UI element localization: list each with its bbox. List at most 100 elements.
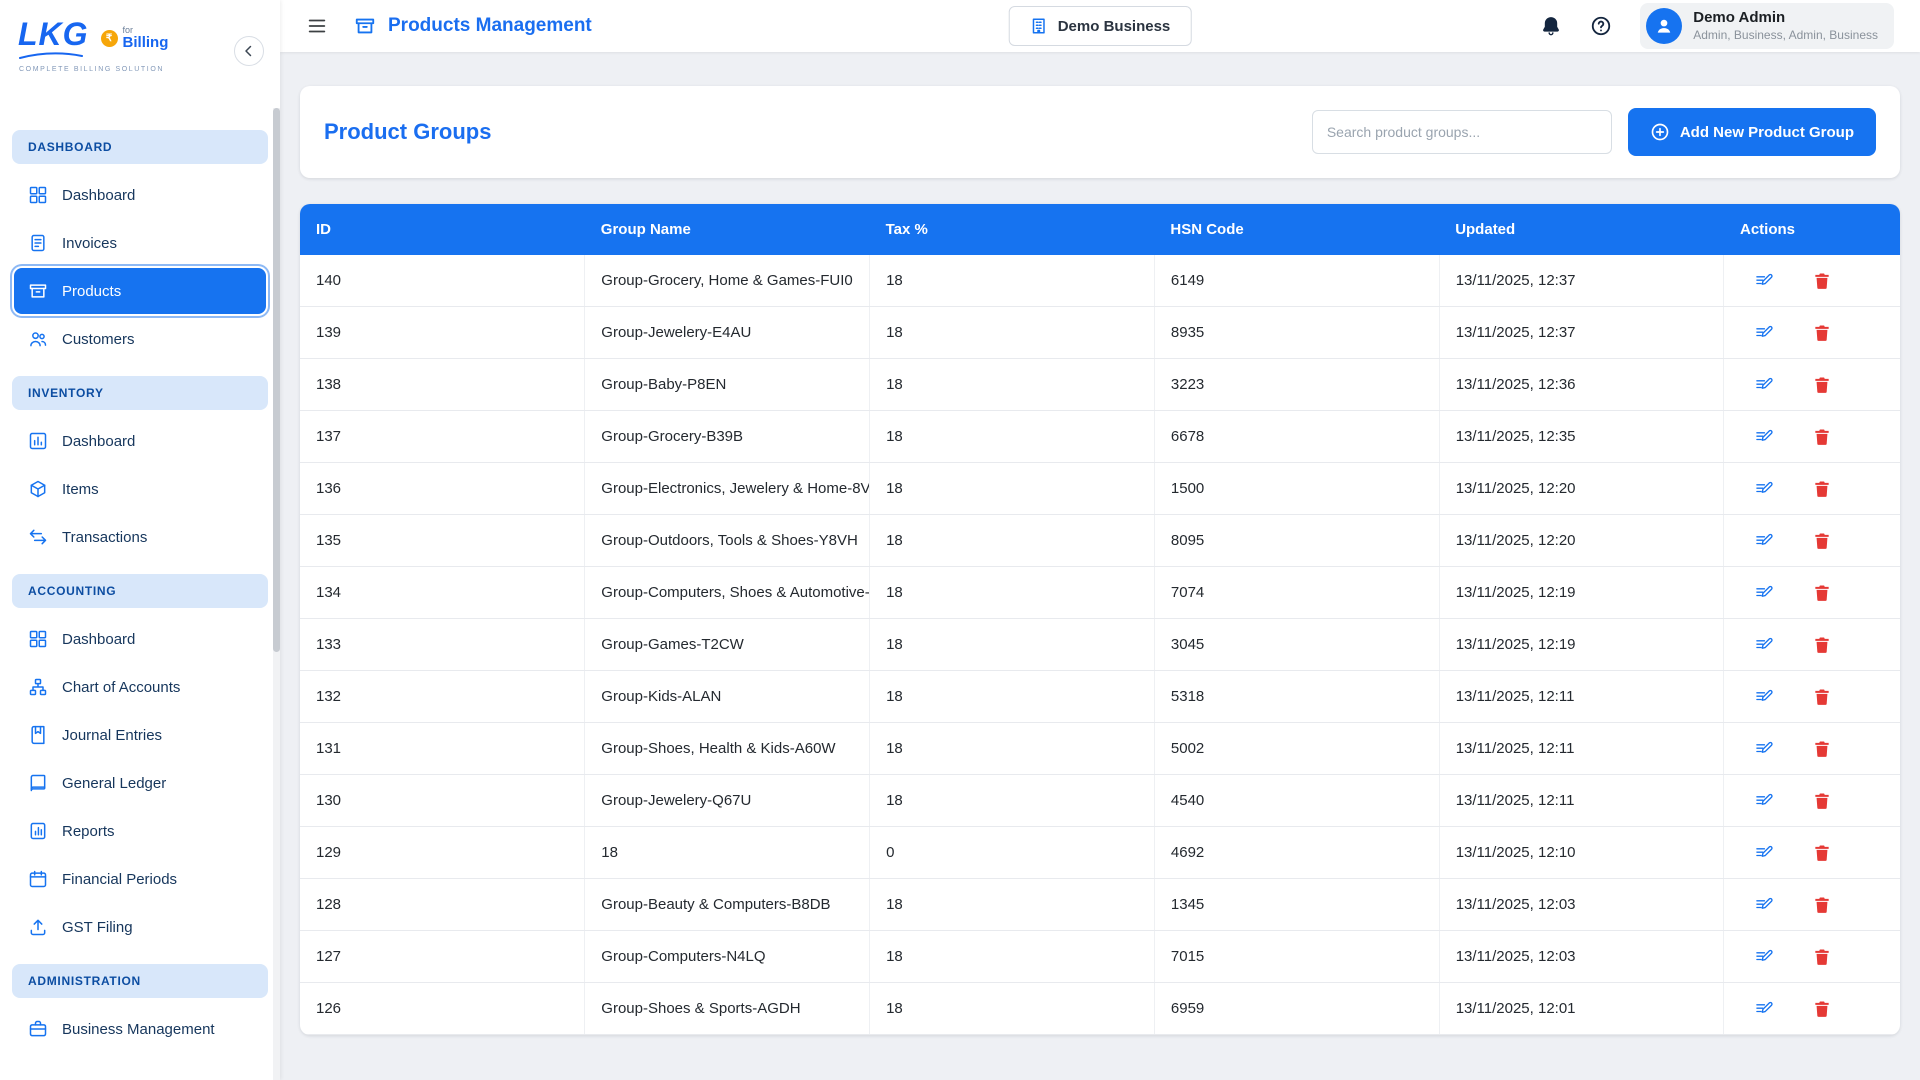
edit-icon <box>1754 843 1774 863</box>
delete-button[interactable] <box>1808 683 1836 711</box>
trash-icon <box>1812 687 1832 707</box>
delete-button[interactable] <box>1808 371 1836 399</box>
user-menu[interactable]: Demo Admin Admin, Business, Admin, Busin… <box>1640 3 1894 49</box>
edit-button[interactable] <box>1750 371 1778 399</box>
trash-icon <box>1812 843 1832 863</box>
delete-button[interactable] <box>1808 527 1836 555</box>
sidebar-item-label: Transactions <box>62 529 147 546</box>
search-input[interactable] <box>1312 110 1612 154</box>
cell-id: 133 <box>300 619 585 671</box>
edit-icon <box>1754 635 1774 655</box>
sidebar-scrollbar[interactable] <box>273 108 280 1080</box>
trash-icon <box>1812 531 1832 551</box>
sidebar-item-chart-of-accounts[interactable]: Chart of Accounts <box>14 664 266 710</box>
edit-button[interactable] <box>1750 631 1778 659</box>
delete-button[interactable] <box>1808 995 1836 1023</box>
delete-button[interactable] <box>1808 423 1836 451</box>
delete-button[interactable] <box>1808 787 1836 815</box>
table-row: 140Group-Grocery, Home & Games-FUI018614… <box>300 255 1900 307</box>
sidebar-item-gst-filing[interactable]: GST Filing <box>14 904 266 950</box>
cell-group-name: Group-Grocery-B39B <box>585 411 870 463</box>
edit-button[interactable] <box>1750 683 1778 711</box>
sidebar-item-dashboard[interactable]: Dashboard <box>14 418 266 464</box>
delete-button[interactable] <box>1808 475 1836 503</box>
cell-actions <box>1724 619 1900 671</box>
edit-button[interactable] <box>1750 423 1778 451</box>
sidebar-item-label: Invoices <box>62 235 117 252</box>
table-row: 139Group-Jewelery-E4AU18893513/11/2025, … <box>300 307 1900 359</box>
sidebar-item-journal-entries[interactable]: Journal Entries <box>14 712 266 758</box>
edit-button[interactable] <box>1750 527 1778 555</box>
delete-button[interactable] <box>1808 631 1836 659</box>
sidebar-scrollbar-thumb[interactable] <box>273 108 280 652</box>
cell-id: 137 <box>300 411 585 463</box>
edit-button[interactable] <box>1750 319 1778 347</box>
grid-icon <box>28 185 48 205</box>
trash-icon <box>1812 323 1832 343</box>
trash-icon <box>1812 479 1832 499</box>
edit-button[interactable] <box>1750 891 1778 919</box>
add-product-group-button[interactable]: Add New Product Group <box>1628 108 1876 156</box>
sidebar-item-reports[interactable]: Reports <box>14 808 266 854</box>
cell-updated: 13/11/2025, 12:11 <box>1439 671 1724 723</box>
cell-updated: 13/11/2025, 12:37 <box>1439 255 1724 307</box>
edit-button[interactable] <box>1750 787 1778 815</box>
sidebar-item-dashboard[interactable]: Dashboard <box>14 616 266 662</box>
trash-icon <box>1812 583 1832 603</box>
cell-group-name: Group-Kids-ALAN <box>585 671 870 723</box>
cell-id: 139 <box>300 307 585 359</box>
table-row: 126Group-Shoes & Sports-AGDH18695913/11/… <box>300 983 1900 1035</box>
cell-hsn: 1345 <box>1154 879 1439 931</box>
notifications-button[interactable] <box>1540 15 1562 37</box>
sidebar-item-general-ledger[interactable]: General Ledger <box>14 760 266 806</box>
delete-button[interactable] <box>1808 319 1836 347</box>
chevron-left-icon <box>240 42 258 60</box>
edit-button[interactable] <box>1750 943 1778 971</box>
edit-icon <box>1754 323 1774 343</box>
edit-button[interactable] <box>1750 839 1778 867</box>
cell-updated: 13/11/2025, 12:37 <box>1439 307 1724 359</box>
report-icon <box>28 821 48 841</box>
sidebar-item-dashboard[interactable]: Dashboard <box>14 172 266 218</box>
cell-actions <box>1724 307 1900 359</box>
delete-button[interactable] <box>1808 839 1836 867</box>
cell-group-name: Group-Baby-P8EN <box>585 359 870 411</box>
sidebar-item-business-management[interactable]: Business Management <box>14 1006 266 1052</box>
edit-button[interactable] <box>1750 735 1778 763</box>
edit-button[interactable] <box>1750 267 1778 295</box>
edit-button[interactable] <box>1750 475 1778 503</box>
delete-button[interactable] <box>1808 579 1836 607</box>
sidebar-item-customers[interactable]: Customers <box>14 316 266 362</box>
sidebar: LKG ₹ for Billing COMPLETE BILLING SOLUT… <box>0 0 280 1080</box>
edit-icon <box>1754 375 1774 395</box>
edit-icon <box>1754 947 1774 967</box>
delete-button[interactable] <box>1808 267 1836 295</box>
product-groups-toolbar: Product Groups Add New Product Group <box>300 86 1900 178</box>
sidebar-item-items[interactable]: Items <box>14 466 266 512</box>
sidebar-item-invoices[interactable]: Invoices <box>14 220 266 266</box>
edit-button[interactable] <box>1750 579 1778 607</box>
sidebar-item-products[interactable]: Products <box>14 268 266 314</box>
cell-updated: 13/11/2025, 12:19 <box>1439 619 1724 671</box>
sidebar-collapse-button[interactable] <box>234 36 264 66</box>
cell-actions <box>1724 515 1900 567</box>
menu-toggle-button[interactable] <box>306 15 328 37</box>
trash-icon <box>1812 895 1832 915</box>
sidebar-item-financial-periods[interactable]: Financial Periods <box>14 856 266 902</box>
delete-button[interactable] <box>1808 943 1836 971</box>
delete-button[interactable] <box>1808 891 1836 919</box>
business-selector[interactable]: Demo Business <box>1009 6 1192 46</box>
help-button[interactable] <box>1590 15 1612 37</box>
cell-hsn: 3045 <box>1154 619 1439 671</box>
table-row: 131Group-Shoes, Health & Kids-A60W185002… <box>300 723 1900 775</box>
content: Product Groups Add New Product Group ID … <box>280 52 1920 1080</box>
edit-button[interactable] <box>1750 995 1778 1023</box>
sidebar-item-transactions[interactable]: Transactions <box>14 514 266 560</box>
sidebar-item-label: Customers <box>62 331 135 348</box>
cell-group-name: Group-Outdoors, Tools & Shoes-Y8VH <box>585 515 870 567</box>
delete-button[interactable] <box>1808 735 1836 763</box>
cell-group-name: Group-Games-T2CW <box>585 619 870 671</box>
cell-hsn: 5002 <box>1154 723 1439 775</box>
edit-icon <box>1754 687 1774 707</box>
cell-actions <box>1724 463 1900 515</box>
